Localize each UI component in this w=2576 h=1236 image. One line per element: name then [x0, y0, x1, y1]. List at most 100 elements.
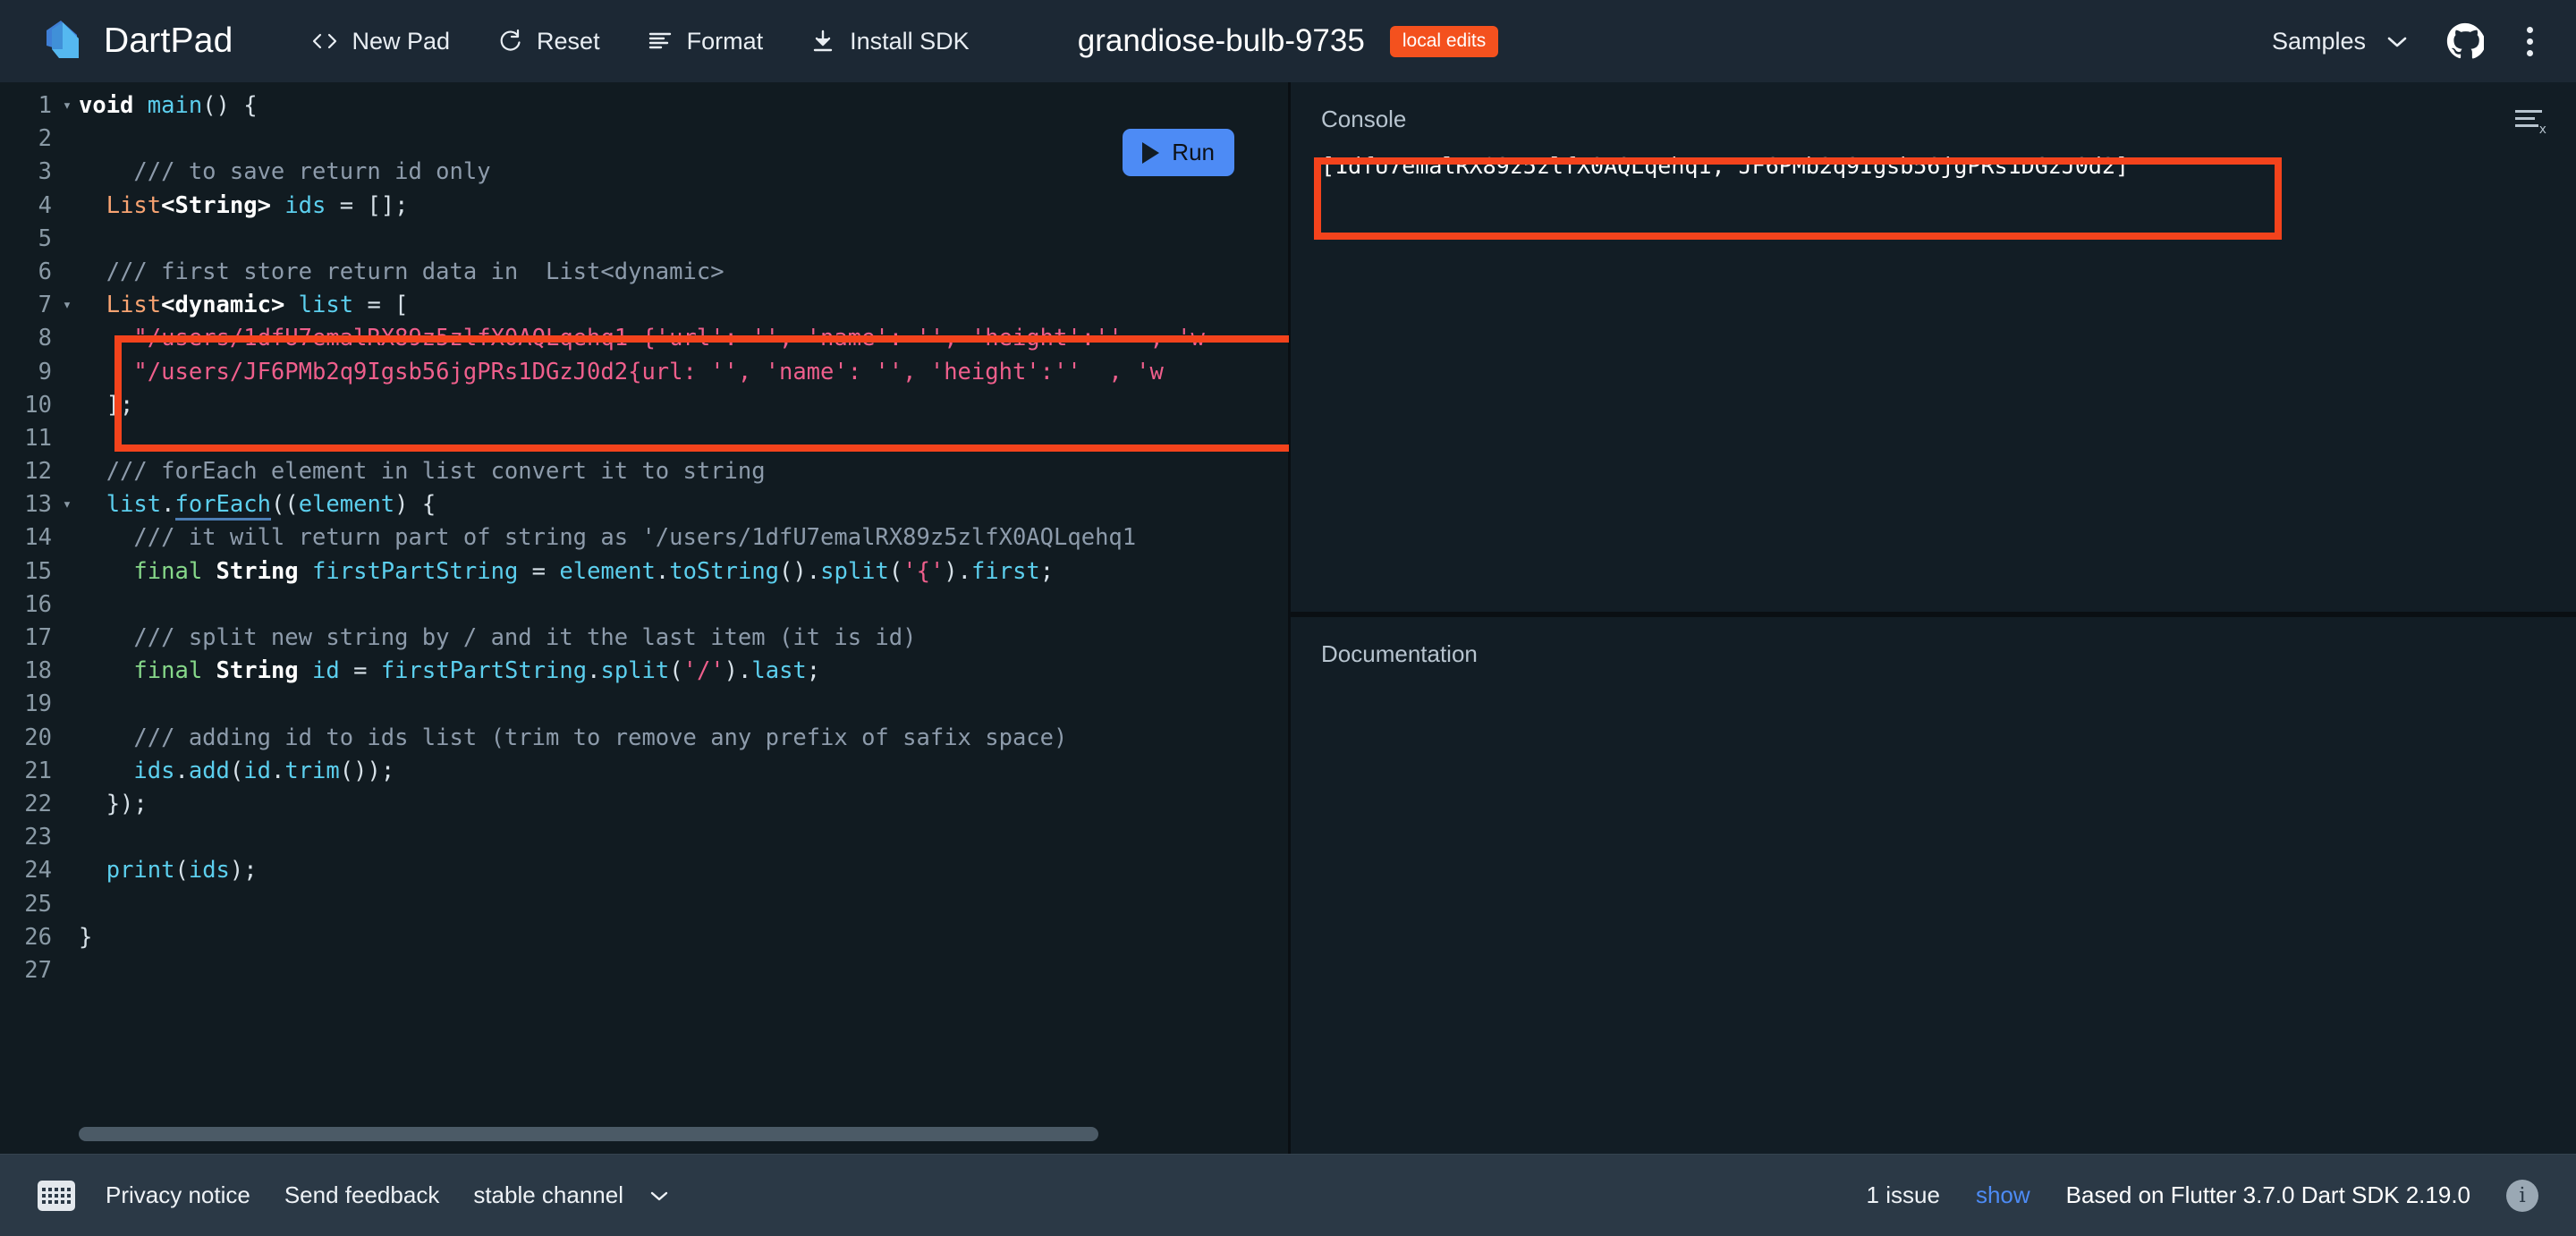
- code-line[interactable]: 20 /// adding id to ids list (trim to re…: [0, 722, 1288, 755]
- line-number: 10: [24, 391, 52, 419]
- clear-console-icon[interactable]: x: [2515, 106, 2546, 137]
- line-number: 26: [24, 923, 52, 951]
- code-line[interactable]: 9 "/users/JF6PMb2q9Igsb56jgPRs1DGzJ0d2{u…: [0, 356, 1288, 389]
- code-line[interactable]: 18 final String id = firstPartString.spl…: [0, 655, 1288, 688]
- code-line[interactable]: 25: [0, 888, 1288, 921]
- format-button[interactable]: Format: [643, 22, 767, 61]
- code-line[interactable]: 2: [0, 123, 1288, 156]
- line-number: 16: [24, 590, 52, 618]
- info-icon[interactable]: i: [2506, 1179, 2538, 1212]
- code-token: =: [518, 557, 560, 585]
- code-line[interactable]: 11: [0, 422, 1288, 455]
- download-icon: [809, 28, 836, 55]
- fold-toggle-icon[interactable]: ▾: [55, 488, 79, 521]
- code-token: final: [133, 557, 203, 585]
- code-line[interactable]: 15 final String firstPartString = elemen…: [0, 555, 1288, 588]
- code-token: ).: [944, 557, 972, 585]
- line-number: 11: [24, 424, 52, 452]
- code-line[interactable]: 4 List<String> ids = [];: [0, 190, 1288, 223]
- editor-hscrollbar-thumb[interactable]: [79, 1127, 1098, 1141]
- new-pad-button[interactable]: New Pad: [308, 22, 453, 61]
- run-label: Run: [1172, 139, 1215, 165]
- code-token: List: [106, 191, 162, 219]
- code-line[interactable]: 5: [0, 223, 1288, 256]
- fold-toggle-icon[interactable]: ▾: [55, 89, 79, 123]
- console-panel: Console x [1dfU7emalRX89z5zlfX0AQLqehq1,…: [1291, 82, 2576, 617]
- code-line[interactable]: 3 /// to save return id only: [0, 156, 1288, 189]
- status-badge: local edits: [1389, 25, 1499, 57]
- code-line[interactable]: 7 ▾ List<dynamic> list = [: [0, 289, 1288, 322]
- code-line[interactable]: 24 print(ids);: [0, 854, 1288, 887]
- code-token: ;: [1039, 557, 1055, 585]
- code-line[interactable]: 12 /// forEach element in list convert i…: [0, 455, 1288, 488]
- brand: DartPad: [43, 19, 233, 63]
- documentation-title: Documentation: [1321, 640, 1478, 667]
- line-number: 20: [24, 724, 52, 751]
- code-line[interactable]: 16: [0, 588, 1288, 622]
- code-line[interactable]: 19: [0, 688, 1288, 721]
- show-issues-link[interactable]: show: [1976, 1181, 2030, 1209]
- keyboard-icon[interactable]: [38, 1180, 75, 1211]
- kebab-menu-icon[interactable]: [2521, 21, 2538, 62]
- code-line[interactable]: 23: [0, 821, 1288, 854]
- code-token: /// split new string by / and it the las…: [79, 624, 917, 651]
- fold-toggle-icon[interactable]: ▾: [55, 289, 79, 322]
- reset-button[interactable]: Reset: [493, 22, 604, 61]
- code-line[interactable]: 27: [0, 954, 1288, 987]
- code-token: ];: [79, 391, 134, 419]
- code-text: /// to save return id only: [79, 156, 1288, 189]
- code-token: trim: [284, 757, 340, 784]
- privacy-notice-link[interactable]: Privacy notice: [106, 1181, 250, 1209]
- code-token: '{': [902, 557, 945, 585]
- code-line[interactable]: 13 ▾ list.forEach((element) {: [0, 488, 1288, 521]
- code-token: (: [229, 757, 244, 784]
- console-header: Console x: [1291, 82, 2576, 137]
- status-bar-right: 1 issue show Based on Flutter 3.7.0 Dart…: [1867, 1179, 2538, 1212]
- code-token: String: [216, 557, 299, 585]
- code-line[interactable]: 17 /// split new string by / and it the …: [0, 622, 1288, 655]
- code-token: }: [79, 923, 93, 951]
- app-header: DartPad New Pad Reset Format Install SDK…: [0, 0, 2576, 82]
- code-line[interactable]: 21 ids.add(id.trim());: [0, 755, 1288, 788]
- line-number: 15: [24, 557, 52, 585]
- code-text: print(ids);: [79, 854, 1288, 887]
- line-number: 24: [24, 857, 52, 885]
- line-number: 8: [38, 325, 52, 352]
- install-sdk-button[interactable]: Install SDK: [806, 22, 973, 61]
- code-line[interactable]: 14 /// it will return part of string as …: [0, 521, 1288, 555]
- code-line[interactable]: 6 /// first store return data in List<dy…: [0, 256, 1288, 289]
- code-token: main: [147, 92, 203, 119]
- code-token: <String>: [161, 191, 271, 219]
- play-icon: [1142, 141, 1160, 164]
- code-token: .: [270, 757, 285, 784]
- code-token: add: [188, 757, 230, 784]
- code-editor[interactable]: 1 ▾ void main() {2 3 /// to save return id …: [0, 82, 1288, 1154]
- code-line[interactable]: 10 ];: [0, 389, 1288, 422]
- run-button[interactable]: Run: [1123, 129, 1234, 176]
- code-line[interactable]: 1 ▾ void main() {: [0, 89, 1288, 123]
- code-token: <dynamic>: [161, 292, 285, 319]
- line-number: 9: [38, 358, 52, 385]
- code-line[interactable]: 8 "/users/1dfU7emalRX89z5zlfX0AQLqehq1 {…: [0, 322, 1288, 355]
- send-feedback-link[interactable]: Send feedback: [284, 1181, 439, 1209]
- code-line[interactable]: 22 });: [0, 788, 1288, 821]
- format-lines-icon: [647, 28, 674, 55]
- code-text: list.forEach((element) {: [79, 488, 1288, 521]
- line-number: 25: [24, 890, 52, 918]
- code-token: (: [888, 557, 903, 585]
- line-number: 27: [24, 956, 52, 984]
- channel-dropdown[interactable]: stable channel: [473, 1181, 670, 1209]
- github-icon[interactable]: [2446, 22, 2487, 60]
- right-pane: Console x [1dfU7emalRX89z5zlfX0AQLqehq1,…: [1291, 82, 2576, 1154]
- code-text: "/users/JF6PMb2q9Igsb56jgPRs1DGzJ0d2{url…: [79, 356, 1288, 389]
- code-token: toString: [669, 557, 780, 585]
- code-text: /// it will return part of string as '/u…: [79, 521, 1288, 555]
- samples-dropdown[interactable]: Samples: [2272, 28, 2409, 55]
- editor-hscrollbar-track[interactable]: [0, 1127, 1288, 1141]
- code-line[interactable]: 26}: [0, 921, 1288, 954]
- keyboard-dots: [42, 1187, 71, 1204]
